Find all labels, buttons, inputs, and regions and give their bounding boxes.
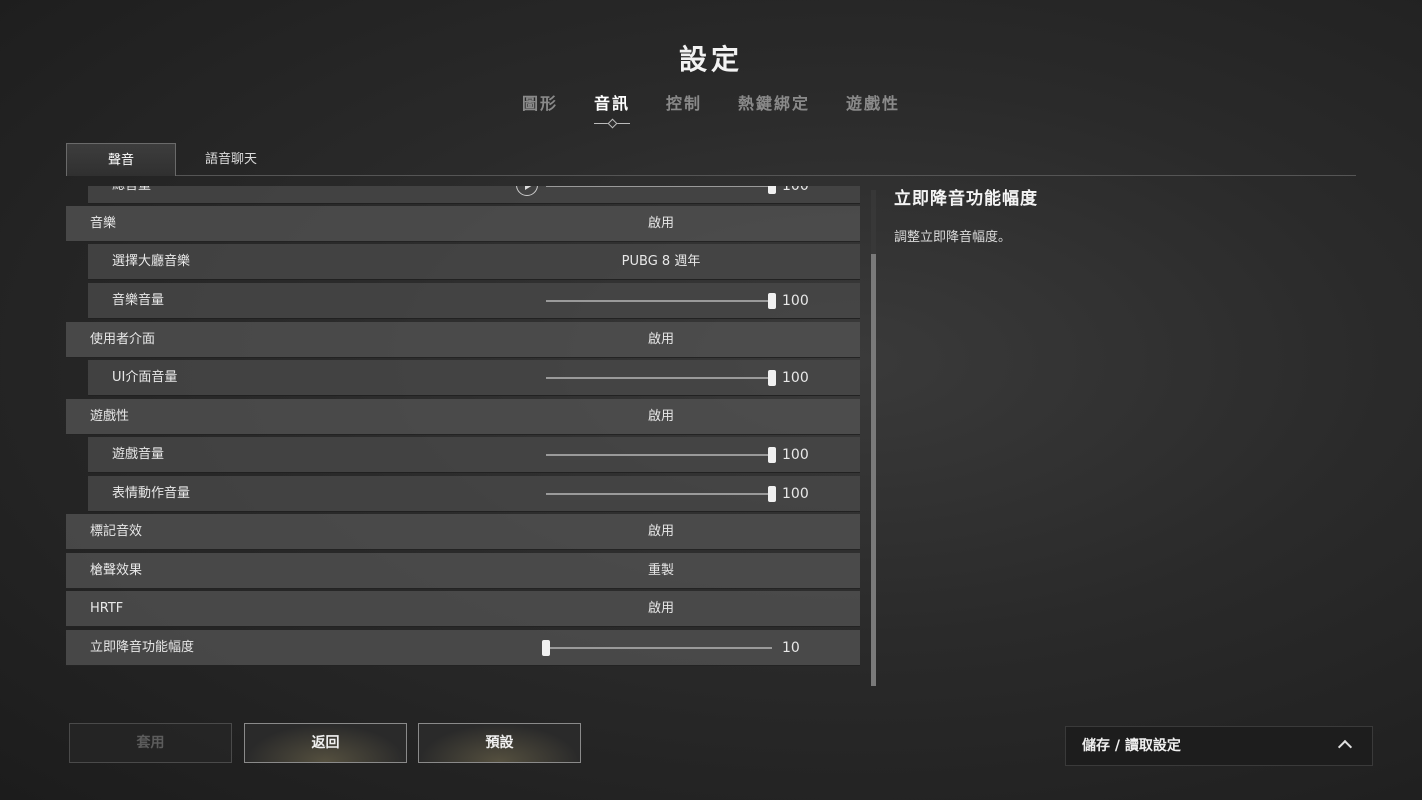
- emote-volume-slider[interactable]: [546, 486, 776, 502]
- slider-thumb[interactable]: [768, 486, 776, 502]
- subtab-sound[interactable]: 聲音: [66, 143, 176, 176]
- setting-row-gunshot-effect[interactable]: 槍聲效果 重製: [66, 553, 860, 589]
- slider-thumb[interactable]: [542, 640, 550, 656]
- setting-row-lobby-music[interactable]: 選擇大廳音樂 PUBG 8 週年: [88, 244, 860, 280]
- setting-label: 遊戲性: [90, 409, 130, 424]
- slider-thumb[interactable]: [768, 186, 776, 194]
- slider-value: 100: [782, 447, 809, 463]
- setting-row-instant-mute-range[interactable]: 立即降音功能幅度 10: [66, 630, 860, 666]
- tab-audio[interactable]: 音訊: [576, 88, 648, 124]
- setting-row-user-interface[interactable]: 使用者介面 啟用: [66, 322, 860, 358]
- slider-thumb[interactable]: [768, 447, 776, 463]
- setting-value[interactable]: 啟用: [546, 399, 776, 435]
- setting-label: HRTF: [90, 601, 124, 616]
- tab-keybindings[interactable]: 熱鍵綁定: [720, 88, 828, 116]
- setting-value[interactable]: 啟用: [546, 322, 776, 358]
- back-button[interactable]: 返回: [244, 723, 407, 763]
- settings-list: 總音量 100 音樂 啟用 選擇大廳音樂 PUBG 8 週年 音樂音量 100 …: [66, 186, 860, 666]
- main-tab-bar: 圖形 音訊 控制 熱鍵綁定 遊戲性: [0, 88, 1422, 124]
- description-text: 調整立即降音幅度。: [894, 230, 1012, 245]
- subtab-voice-chat[interactable]: 語音聊天: [176, 143, 286, 176]
- setting-label: 表情動作音量: [112, 486, 191, 501]
- setting-label: 音樂音量: [112, 293, 165, 308]
- master-volume-slider[interactable]: [546, 186, 776, 194]
- game-volume-slider[interactable]: [546, 447, 776, 463]
- setting-label: 總音量: [112, 186, 151, 204]
- setting-row-emote-volume[interactable]: 表情動作音量 100: [88, 476, 860, 512]
- slider-value: 100: [782, 486, 809, 502]
- save-load-settings-button[interactable]: 儲存 / 讀取設定: [1065, 726, 1373, 766]
- setting-value[interactable]: 啟用: [546, 206, 776, 242]
- apply-button[interactable]: 套用: [69, 723, 232, 763]
- setting-label: 使用者介面: [90, 332, 156, 347]
- settings-scrollbar[interactable]: [871, 190, 876, 686]
- setting-row-ui-volume[interactable]: UI介面音量 100: [88, 360, 860, 396]
- ui-volume-slider[interactable]: [546, 370, 776, 386]
- slider-value: 100: [782, 293, 809, 309]
- setting-row-master-volume[interactable]: 總音量 100: [88, 186, 860, 204]
- description-title: 立即降音功能幅度: [894, 189, 1038, 209]
- slider-thumb[interactable]: [768, 370, 776, 386]
- slider-value: 10: [782, 640, 800, 656]
- setting-label: 遊戲音量: [112, 447, 165, 462]
- setting-row-music-volume[interactable]: 音樂音量 100: [88, 283, 860, 319]
- setting-value[interactable]: 重製: [546, 553, 776, 589]
- setting-row-music[interactable]: 音樂 啟用: [66, 206, 860, 242]
- tab-graphics[interactable]: 圖形: [504, 88, 576, 116]
- setting-label: 音樂: [90, 216, 117, 231]
- setting-value[interactable]: 啟用: [546, 514, 776, 550]
- slider-value: 100: [782, 370, 809, 386]
- setting-row-gameplay[interactable]: 遊戲性 啟用: [66, 399, 860, 435]
- setting-value[interactable]: 啟用: [546, 591, 776, 627]
- scrollbar-thumb[interactable]: [871, 254, 876, 686]
- setting-label: 標記音效: [90, 524, 143, 539]
- slider-thumb[interactable]: [768, 293, 776, 309]
- setting-row-hrtf[interactable]: HRTF 啟用: [66, 591, 860, 627]
- sub-tab-bar: 聲音 語音聊天: [66, 143, 1356, 176]
- setting-row-marker-sfx[interactable]: 標記音效 啟用: [66, 514, 860, 550]
- setting-value[interactable]: PUBG 8 週年: [546, 244, 776, 280]
- tab-gameplay[interactable]: 遊戲性: [828, 88, 918, 116]
- instant-mute-slider[interactable]: [542, 640, 772, 656]
- default-button[interactable]: 預設: [418, 723, 581, 763]
- music-volume-slider[interactable]: [546, 293, 776, 309]
- chevron-up-icon: [1337, 739, 1353, 755]
- setting-label: 槍聲效果: [90, 563, 143, 578]
- tab-controls[interactable]: 控制: [648, 88, 720, 116]
- setting-row-game-volume[interactable]: 遊戲音量 100: [88, 437, 860, 473]
- play-icon[interactable]: [516, 186, 538, 196]
- slider-value: 100: [782, 186, 809, 194]
- page-title: 設定: [678, 43, 743, 76]
- setting-label: 立即降音功能幅度: [90, 640, 195, 655]
- setting-label: 選擇大廳音樂: [112, 254, 191, 269]
- setting-label: UI介面音量: [112, 370, 178, 385]
- save-load-label: 儲存 / 讀取設定: [1082, 738, 1181, 754]
